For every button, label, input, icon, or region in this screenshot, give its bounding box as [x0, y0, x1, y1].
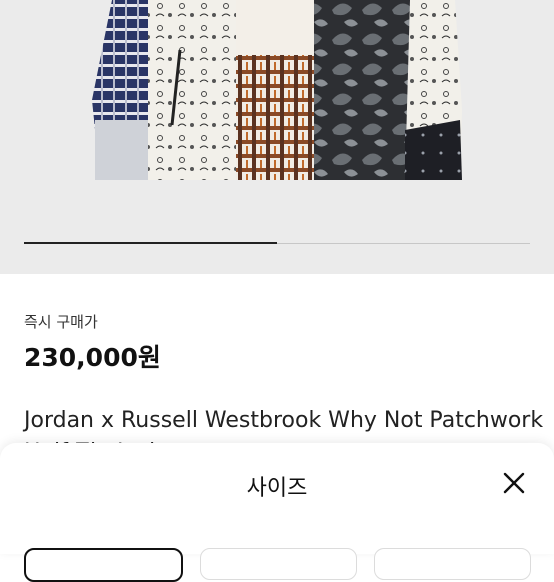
close-button[interactable] — [500, 469, 528, 497]
carousel-progress-fill — [24, 242, 277, 244]
sheet-title: 사이즈 — [246, 476, 308, 501]
size-option[interactable] — [24, 548, 183, 582]
close-icon — [503, 472, 525, 494]
product-image — [92, 0, 462, 180]
carousel-progress — [24, 242, 530, 244]
size-option[interactable] — [374, 548, 531, 580]
size-option[interactable] — [200, 548, 357, 580]
size-bottom-sheet: 사이즈 — [0, 443, 554, 582]
product-image-area[interactable] — [0, 0, 554, 274]
